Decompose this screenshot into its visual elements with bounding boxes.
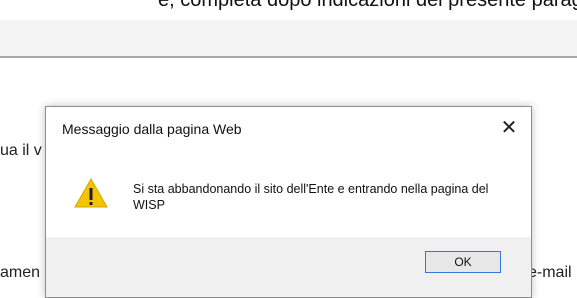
background-text-right: e-mail [528, 264, 572, 281]
dialog-message: Si sta abbandonando il sito dell'Ente e … [133, 182, 489, 212]
background-text-left-1: ua il v [0, 142, 42, 159]
background-top-text: e, completa dopo indicazioni del present… [0, 0, 577, 20]
background-text-left-2: amen [0, 264, 41, 281]
background-top-line: e, completa dopo indicazioni del present… [158, 0, 577, 11]
dialog-title: Messaggio dalla pagina Web [62, 121, 242, 137]
warning-icon [74, 177, 108, 208]
browser-toolbar-strip [0, 20, 577, 58]
close-button[interactable]: ✕ [497, 115, 521, 139]
dialog-footer: OK [46, 237, 531, 297]
ok-button[interactable]: OK [425, 251, 501, 273]
close-icon: ✕ [500, 116, 518, 139]
message-dialog: Messaggio dalla pagina Web ✕ Si sta abba… [45, 106, 532, 298]
